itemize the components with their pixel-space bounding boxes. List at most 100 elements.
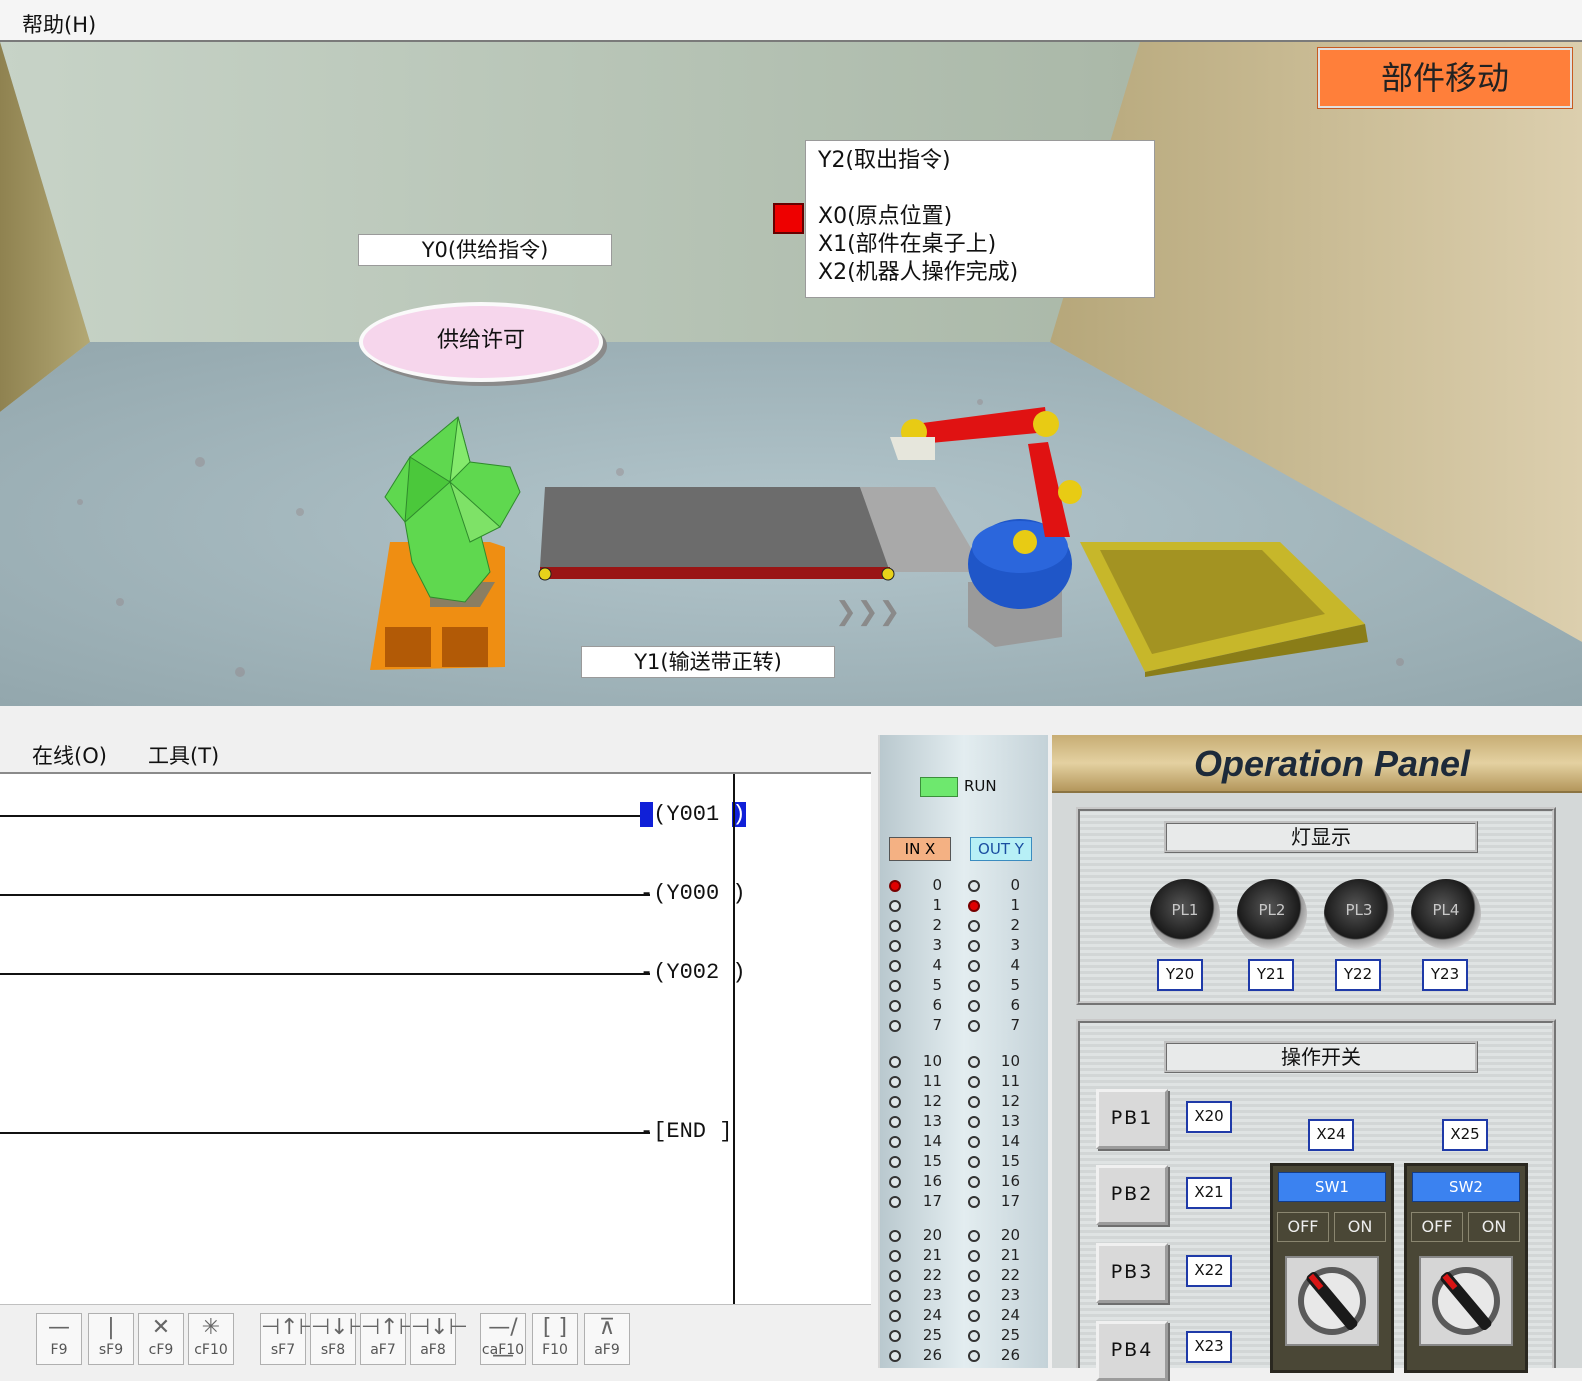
- status-line-x0: X0(原点位置): [818, 204, 953, 229]
- svg-text:❯❯❯: ❯❯❯: [835, 597, 900, 627]
- status-line-x2: X2(机器人操作完成): [818, 260, 1019, 285]
- in-x-number: 10: [922, 1052, 942, 1070]
- simulation-scene: ❯❯❯ 部件移动 Y0(供给指令) 供给许可 Y1(输送带正转) Y2(取出指令…: [0, 42, 1582, 706]
- tb-pulse-rise-or-button[interactable]: ⊣↑⊢ aF7: [360, 1313, 418, 1365]
- in-x-led: [889, 960, 901, 972]
- out-y-number: 3: [1010, 936, 1020, 954]
- status-line-y2: Y2(取出指令): [818, 148, 951, 173]
- in-x-led: [889, 880, 901, 892]
- out-y-led: [968, 1196, 980, 1208]
- out-y-led: [968, 1310, 980, 1322]
- y1-label: Y1(输送带正转): [581, 646, 835, 678]
- sw2-label: SW2: [1412, 1172, 1520, 1202]
- out-y-number: 24: [1000, 1306, 1020, 1324]
- sw2-off-label: OFF: [1411, 1212, 1463, 1242]
- in-x-led: [889, 1250, 901, 1262]
- run-label: RUN: [964, 777, 997, 795]
- out-y-led: [968, 880, 980, 892]
- out-y-number: 23: [1000, 1286, 1020, 1304]
- in-x-number: 6: [932, 996, 942, 1014]
- out-y-number: 25: [1000, 1326, 1020, 1344]
- tb-operation-button[interactable]: ⊼ aF9: [584, 1313, 630, 1365]
- out-y-led: [968, 960, 980, 972]
- menu-tools[interactable]: 工具(T): [148, 740, 219, 770]
- coil-2[interactable]: -(Y000 ): [640, 881, 746, 906]
- rung-3: [0, 973, 650, 975]
- coil-3[interactable]: -(Y002 ): [640, 960, 746, 985]
- ladder-editor: 在线(O) 工具(T) -(Y001 ) -(Y000 ) -(Y002 ) -…: [0, 728, 871, 1368]
- in-x-led: [889, 1076, 901, 1088]
- out-y-number: 26: [1000, 1346, 1020, 1364]
- sw1-on-label: ON: [1334, 1212, 1386, 1242]
- out-y-led: [968, 1020, 980, 1032]
- sensor-indicator: [773, 203, 804, 234]
- lamp-group-title: 灯显示: [1164, 821, 1478, 853]
- out-y-number: 15: [1000, 1152, 1020, 1170]
- in-x-header: IN X: [889, 837, 951, 861]
- rung-end: [0, 1132, 650, 1134]
- tb-line-h-button[interactable]: — F9: [36, 1313, 82, 1365]
- out-y-led: [968, 1250, 980, 1262]
- ladder-toolbar: — F9 | sF9 ✕ cF9 ✳ cF10 ⊣↑⊢ sF7 ⊣↓⊢ sF8 ⊣↑⊢ aF7…: [0, 1304, 871, 1368]
- y0-label: Y0(供给指令): [358, 234, 612, 266]
- ladder-diagram[interactable]: -(Y001 ) -(Y000 ) -(Y002 ) -[END ]: [0, 774, 871, 1304]
- sw1-knob[interactable]: [1285, 1256, 1379, 1346]
- in-x-number: 1: [932, 896, 942, 914]
- in-x-number: 26: [922, 1346, 942, 1364]
- in-x-led: [889, 1230, 901, 1242]
- in-x-led: [889, 1000, 901, 1012]
- end-instruction[interactable]: -[END ]: [640, 1119, 732, 1144]
- in-x-led: [889, 1096, 901, 1108]
- out-y-number: 7: [1010, 1016, 1020, 1034]
- menu-online[interactable]: 在线(O): [32, 740, 107, 770]
- pb2-button[interactable]: PB2: [1096, 1165, 1168, 1225]
- in-x-number: 7: [932, 1016, 942, 1034]
- pb1-addr: X20: [1186, 1101, 1232, 1133]
- pb1-button[interactable]: PB1: [1096, 1089, 1168, 1149]
- tb-line-v-button[interactable]: | sF9: [88, 1313, 134, 1365]
- in-x-number: 16: [922, 1172, 942, 1190]
- in-x-number: 20: [922, 1226, 942, 1244]
- out-y-led: [968, 940, 980, 952]
- out-y-led: [968, 920, 980, 932]
- coil-1[interactable]: -(Y001 ): [640, 802, 746, 827]
- sw2-knob[interactable]: [1419, 1256, 1513, 1346]
- in-x-number: 13: [922, 1112, 942, 1130]
- in-x-number: 17: [922, 1192, 942, 1210]
- out-y-led: [968, 900, 980, 912]
- menu-help[interactable]: 帮助(H): [22, 9, 96, 39]
- tb-delete-v-button[interactable]: ✳ cF10: [188, 1313, 234, 1365]
- out-y-number: 6: [1010, 996, 1020, 1014]
- pb4-button[interactable]: PB4: [1096, 1321, 1168, 1381]
- in-x-led: [889, 1136, 901, 1148]
- operation-panel-title: Operation Panel: [1193, 743, 1471, 784]
- top-menu-bar: 帮助(H): [0, 0, 1582, 42]
- tb-delete-h-button[interactable]: ✕ cF9: [138, 1313, 184, 1365]
- out-y-led: [968, 1000, 980, 1012]
- out-y-number: 14: [1000, 1132, 1020, 1150]
- out-y-led: [968, 1270, 980, 1282]
- out-y-header: OUT Y: [970, 837, 1032, 861]
- sw1-addr: X24: [1308, 1119, 1354, 1151]
- out-y-number: 10: [1000, 1052, 1020, 1070]
- out-y-led: [968, 980, 980, 992]
- in-x-number: 11: [922, 1072, 942, 1090]
- supply-permit-button[interactable]: 供给许可: [359, 302, 603, 382]
- tb-instruction-button[interactable]: [ ] F10: [532, 1313, 578, 1365]
- tb-pulse-fall-button[interactable]: ⊣↓⊢ sF8: [310, 1313, 368, 1365]
- pb3-addr: X22: [1186, 1255, 1232, 1287]
- out-y-led: [968, 1116, 980, 1128]
- in-x-number: 24: [922, 1306, 942, 1324]
- lamp-group: 灯显示 PL1 PL2 PL3 PL4 Y20 Y21 Y22 Y23: [1076, 807, 1556, 1005]
- tb-pulse-rise-button[interactable]: ⊣↑⊢ sF7: [260, 1313, 318, 1365]
- sw2-selector: SW2 OFF ON: [1404, 1163, 1528, 1373]
- pb3-button[interactable]: PB3: [1096, 1243, 1168, 1303]
- in-x-led: [889, 1176, 901, 1188]
- tb-invert-button[interactable]: —/— caF10: [480, 1313, 526, 1368]
- tb-pulse-fall-or-button[interactable]: ⊣↓⊢ aF8: [410, 1313, 468, 1365]
- out-y-number: 12: [1000, 1092, 1020, 1110]
- in-x-number: 22: [922, 1266, 942, 1284]
- sw1-off-label: OFF: [1277, 1212, 1329, 1242]
- pb2-addr: X21: [1186, 1177, 1232, 1209]
- out-y-led: [968, 1176, 980, 1188]
